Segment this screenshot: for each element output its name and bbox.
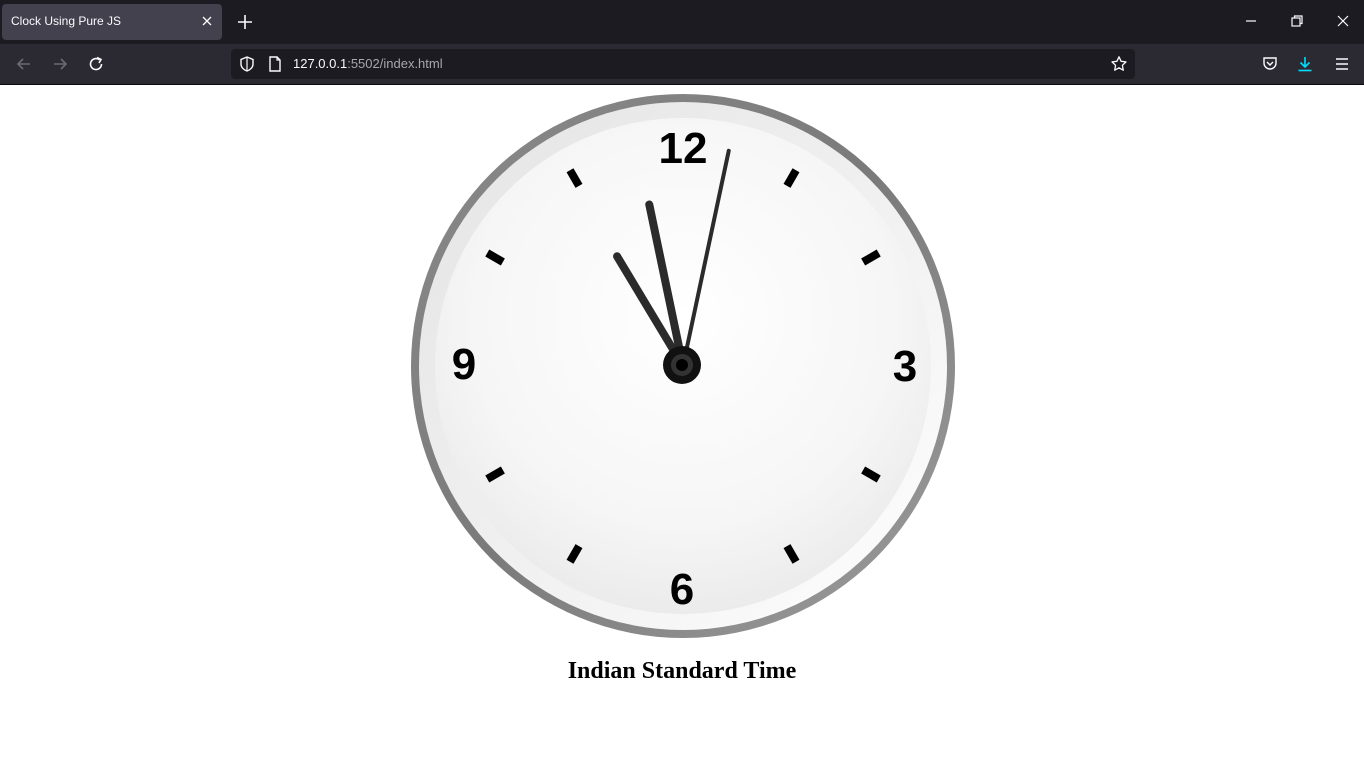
hamburger-menu-icon[interactable] bbox=[1333, 55, 1351, 73]
arrow-right-icon[interactable] bbox=[51, 55, 69, 73]
numeral-6: 6 bbox=[670, 565, 694, 614]
numeral-9: 9 bbox=[452, 340, 476, 389]
url-bar[interactable]: 127.0.0.1:5502/index.html bbox=[231, 49, 1135, 79]
pocket-icon[interactable] bbox=[1261, 55, 1279, 73]
page-content: 12 3 6 9 Indian Standard Time bbox=[0, 85, 1364, 766]
analog-clock: 12 3 6 9 bbox=[411, 94, 955, 638]
tab-strip: Clock Using Pure JS bbox=[0, 0, 1364, 44]
arrow-left-icon[interactable] bbox=[15, 55, 33, 73]
close-icon[interactable] bbox=[200, 14, 214, 28]
numeral-3: 3 bbox=[893, 342, 917, 391]
browser-window: Clock Using Pure JS 127.0.0.1:5502/index… bbox=[0, 0, 1364, 766]
tab-title: Clock Using Pure JS bbox=[11, 14, 122, 28]
shield-icon[interactable] bbox=[238, 55, 256, 73]
navigation-toolbar: 127.0.0.1:5502/index.html bbox=[0, 44, 1364, 85]
numeral-12: 12 bbox=[659, 124, 708, 173]
reload-icon[interactable] bbox=[87, 55, 105, 73]
download-icon[interactable] bbox=[1296, 55, 1314, 73]
center-pin bbox=[676, 359, 688, 371]
minimize-icon[interactable] bbox=[1244, 14, 1258, 28]
url-text[interactable]: 127.0.0.1:5502/index.html bbox=[293, 56, 443, 71]
tab-active[interactable]: Clock Using Pure JS bbox=[2, 4, 222, 40]
close-icon[interactable] bbox=[1336, 14, 1350, 28]
star-icon[interactable] bbox=[1110, 55, 1128, 73]
url-host: 127.0.0.1 bbox=[293, 56, 348, 71]
clock-caption: Indian Standard Time bbox=[567, 658, 797, 684]
page-icon[interactable] bbox=[266, 55, 284, 73]
restore-icon[interactable] bbox=[1290, 14, 1304, 28]
url-path: :5502/index.html bbox=[347, 56, 443, 71]
plus-icon[interactable] bbox=[236, 13, 254, 31]
